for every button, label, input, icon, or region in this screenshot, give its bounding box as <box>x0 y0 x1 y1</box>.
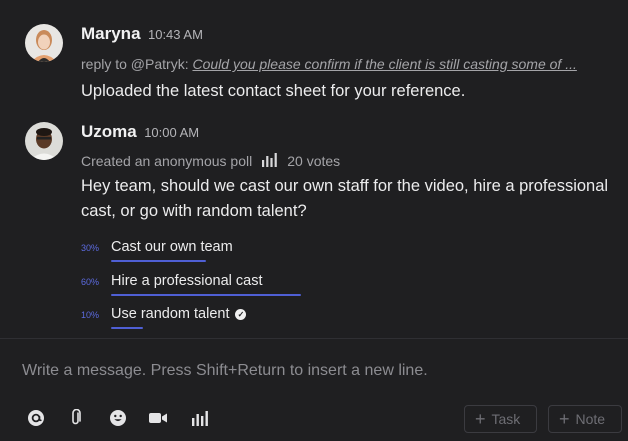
add-task-label: Task <box>491 411 521 427</box>
poll-meta-text: Created an anonymous poll <box>81 153 253 169</box>
poll-option-bar <box>111 260 206 262</box>
add-task-button[interactable]: + Task <box>464 405 537 433</box>
message-header: Maryna 10:43 AM <box>81 24 203 44</box>
add-note-label: Note <box>575 411 606 427</box>
reply-prefix: reply to @Patryk: <box>81 56 189 72</box>
poll-question: Hey team, should we cast our own staff f… <box>81 177 609 220</box>
mention-icon[interactable] <box>26 408 46 428</box>
poll-option-bar <box>111 327 143 329</box>
vote-count: 20 votes <box>287 153 341 169</box>
reply-reference: reply to @Patryk: Could you please confi… <box>81 56 577 72</box>
add-note-button[interactable]: + Note <box>548 405 622 433</box>
poll-option-percent: 10% <box>81 310 100 320</box>
author-name[interactable]: Uzoma <box>81 122 137 141</box>
message-time: 10:43 AM <box>147 27 203 42</box>
attachment-icon[interactable] <box>66 408 86 428</box>
poll-option[interactable]: 10% Use random talent ✓ <box>81 305 381 338</box>
emoji-icon[interactable] <box>108 408 128 428</box>
poll-icon <box>261 151 278 171</box>
poll-option-label: Hire a professional cast <box>111 273 263 289</box>
avatar[interactable] <box>25 24 63 62</box>
poll-option-bar <box>111 294 301 296</box>
poll-icon[interactable] <box>190 408 210 428</box>
poll-option[interactable]: 30% Cast our own team <box>81 238 381 272</box>
plus-icon: + <box>559 409 570 429</box>
poll-option-label: Cast our own team <box>111 239 233 255</box>
video-icon[interactable] <box>148 408 168 428</box>
poll-option[interactable]: 60% Hire a professional cast <box>81 272 381 306</box>
message-input[interactable]: Write a message. Press Shift+Return to i… <box>22 362 428 380</box>
poll-option-percent: 30% <box>81 243 100 253</box>
poll-option-percent: 60% <box>81 277 100 287</box>
message-feed: Maryna 10:43 AM reply to @Patryk: Could … <box>0 0 628 338</box>
composer-toolbar: + Task + Note <box>0 404 628 434</box>
message-time: 10:00 AM <box>144 125 200 140</box>
plus-icon: + <box>475 409 486 429</box>
avatar[interactable] <box>25 122 63 160</box>
message-header: Uzoma 10:00 AM <box>81 122 199 142</box>
reply-excerpt-link[interactable]: Could you please confirm if the client i… <box>192 56 576 72</box>
message-text: Uploaded the latest contact sheet for yo… <box>81 82 466 100</box>
poll-option-label: Use random talent <box>111 306 230 322</box>
author-name[interactable]: Maryna <box>81 24 141 43</box>
divider <box>0 338 628 339</box>
checkmark-icon: ✓ <box>235 308 247 320</box>
poll-meta: Created an anonymous poll 20 votes <box>81 151 340 171</box>
